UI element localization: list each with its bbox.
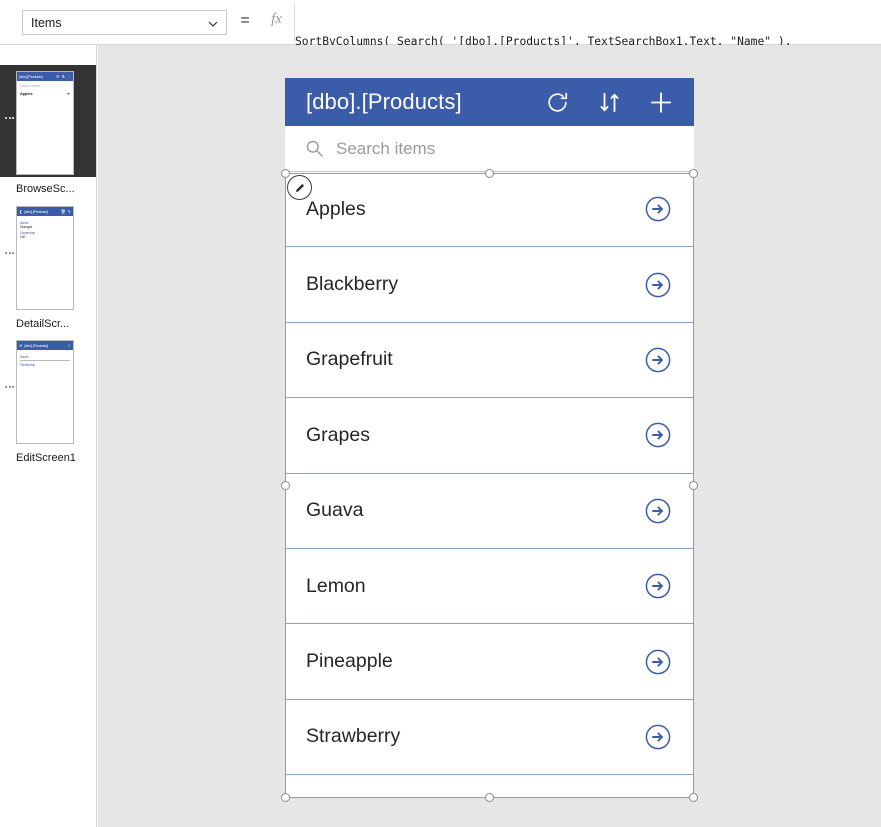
property-dropdown[interactable]: Items: [22, 10, 227, 35]
screen-thumbnail-detail[interactable]: ❮ [dbo].[Products] 🗑 ✎ Name Oranges Owne…: [16, 206, 74, 310]
refresh-icon: [547, 92, 567, 112]
thumb-body: Name Ownership: [17, 350, 73, 370]
thumb-field-label: Name: [20, 355, 29, 359]
gallery-row-name: Blackberry: [306, 273, 399, 296]
thumb-title: [dbo].[Products]: [24, 343, 48, 348]
pencil-icon: [295, 183, 304, 192]
thumb-row-label: Apples: [20, 91, 33, 96]
screen-entry-detail[interactable]: ❮ [dbo].[Products] 🗑 ✎ Name Oranges Owne…: [0, 200, 96, 340]
thumb-title: [dbo].[Products]: [19, 74, 43, 79]
thumb-body: Search items Apples ➔: [17, 81, 73, 101]
thumb-header: [dbo].[Products] ⟳ ⇅ ⋮: [17, 72, 73, 81]
thumb-body: Name Oranges Ownership 100: [17, 216, 73, 243]
refresh-icon: ⟳: [56, 73, 60, 79]
back-icon: ❮: [19, 208, 23, 214]
search-bar[interactable]: [285, 126, 694, 172]
arrow-right-circle-icon[interactable]: [645, 498, 671, 524]
screen-caption-detail: DetailScr...: [16, 318, 70, 330]
thumb-row: Apples ➔: [20, 91, 70, 96]
gallery-row-name: Pineapple: [306, 650, 393, 673]
thumb-field-label: Ownership: [20, 362, 36, 367]
cancel-icon: ✕: [19, 342, 23, 348]
screen-thumbnail-edit[interactable]: ✕ [dbo].[Products] ✓ Name Ownership: [16, 340, 74, 444]
gallery-row[interactable]: Pineapple: [285, 624, 694, 700]
refresh-button[interactable]: [544, 89, 570, 115]
arrow-right-icon: ➔: [66, 91, 70, 96]
gallery-row-name: Apples: [306, 197, 366, 220]
check-icon: ✓: [67, 342, 71, 348]
gallery-row[interactable]: Strawberry: [285, 699, 694, 776]
gallery-row-partial[interactable]: [285, 775, 694, 798]
gallery-row[interactable]: Lemon: [285, 548, 694, 625]
gallery-row-name: Guava: [306, 499, 364, 522]
screen-thumbnail-rail: [dbo].[Products] ⟳ ⇅ ⋮ Search items Appl…: [0, 45, 97, 827]
plus-icon: [650, 91, 672, 113]
app-header-buttons: [544, 89, 674, 115]
gallery-row[interactable]: Grapes: [285, 398, 694, 474]
screen-entry-edit[interactable]: ✕ [dbo].[Products] ✓ Name Ownership Edit…: [0, 334, 96, 474]
search-icon: [305, 139, 324, 158]
gallery-row[interactable]: Blackberry: [285, 247, 694, 323]
fx-button[interactable]: fx: [259, 4, 295, 42]
screen-caption-edit: EditScreen1: [16, 452, 76, 464]
fx-icon: fx: [271, 11, 282, 27]
equals-sign: =: [240, 12, 250, 29]
trash-icon: 🗑: [60, 208, 66, 214]
thumb-search-text: Search items: [20, 84, 40, 88]
gallery-row[interactable]: Grapefruit: [285, 322, 694, 399]
arrow-right-circle-icon[interactable]: [645, 649, 671, 675]
design-canvas: [dbo].[Products] Search items Apples Bla…: [98, 45, 881, 827]
edit-icon: ✎: [67, 208, 71, 214]
gallery-row-name: Lemon: [306, 574, 366, 597]
gallery-row-name: Grapes: [306, 423, 370, 446]
screen-thumbnail-browse[interactable]: [dbo].[Products] ⟳ ⇅ ⋮ Search items Appl…: [16, 71, 74, 175]
thumb-header: ❮ [dbo].[Products] 🗑 ✎: [17, 207, 73, 216]
arrow-right-circle-icon[interactable]: [645, 196, 671, 222]
app-header: [dbo].[Products]: [285, 78, 694, 126]
property-dropdown-value: Items: [31, 15, 62, 30]
app-preview: [dbo].[Products] Search items Apples Bla…: [285, 78, 694, 798]
add-icon: ⋮: [67, 73, 71, 79]
gallery[interactable]: Apples Blackberry Grapefruit Grapes Guav…: [285, 172, 694, 798]
gallery-row[interactable]: Apples: [285, 172, 694, 248]
property-select-wrapper[interactable]: Items: [22, 10, 227, 35]
arrow-right-circle-icon[interactable]: [645, 272, 671, 298]
thumb-field-underline: [20, 360, 70, 361]
sort-button[interactable]: [596, 89, 622, 115]
gallery-row[interactable]: Guava: [285, 473, 694, 549]
arrow-right-circle-icon[interactable]: [645, 347, 671, 373]
gallery-row-name: Strawberry: [306, 725, 401, 748]
thumb-title: [dbo].[Products]: [24, 209, 48, 214]
arrow-right-circle-icon[interactable]: [645, 422, 671, 448]
arrow-right-circle-icon[interactable]: [645, 724, 671, 750]
app-title: [dbo].[Products]: [306, 89, 462, 114]
arrow-right-circle-icon[interactable]: [645, 573, 671, 599]
search-input[interactable]: [336, 138, 676, 159]
add-button[interactable]: [648, 89, 674, 115]
thumb-field-value: Oranges: [20, 225, 33, 229]
screen-caption-browse: BrowseSc...: [16, 183, 75, 195]
gallery-row-name: Grapefruit: [306, 348, 393, 371]
thumb-field-value: 100: [20, 235, 26, 239]
screen-entry-browse[interactable]: [dbo].[Products] ⟳ ⇅ ⋮ Search items Appl…: [0, 65, 96, 205]
edit-gallery-badge[interactable]: [287, 175, 312, 200]
thumb-header: ✕ [dbo].[Products] ✓: [17, 341, 73, 350]
chevron-down-icon: [208, 18, 218, 28]
sort-icon: [599, 92, 619, 112]
sort-icon: ⇅: [61, 73, 65, 79]
formula-bar: Items = fx SortByColumns( Search( '[dbo]…: [0, 0, 881, 90]
